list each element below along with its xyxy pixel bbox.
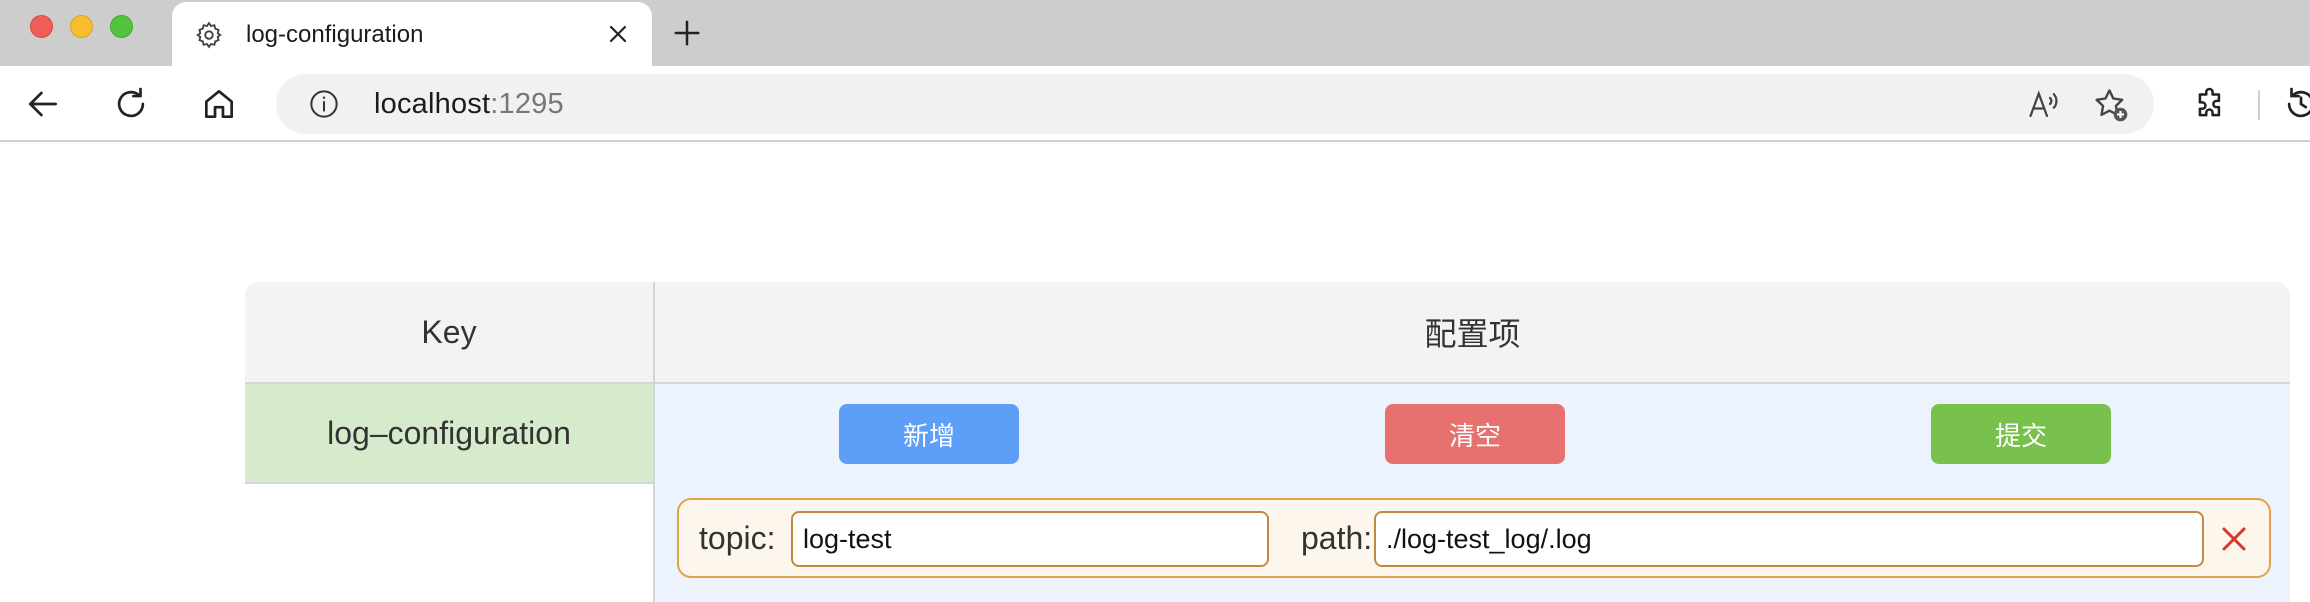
plus-icon[interactable] <box>672 18 702 48</box>
reload-icon[interactable] <box>112 85 150 123</box>
url-port: :1295 <box>490 88 564 120</box>
history-icon[interactable] <box>2282 85 2310 123</box>
submit-button[interactable]: 提交 <box>1931 404 2111 464</box>
header-key: Key <box>245 282 655 382</box>
key-column-empty <box>245 484 655 602</box>
topic-input[interactable]: log-test <box>791 511 1269 567</box>
read-aloud-icon[interactable] <box>2026 86 2062 122</box>
config-item: topic: log-test path: ./log-test_log/.lo… <box>677 498 2271 578</box>
browser-toolbar: localhost:1295 <box>0 66 2310 142</box>
close-icon[interactable] <box>606 22 630 46</box>
window-close-button[interactable] <box>30 15 53 38</box>
info-icon[interactable] <box>308 88 340 120</box>
window-maximize-button[interactable] <box>110 15 133 38</box>
address-bar[interactable]: localhost:1295 <box>276 74 2154 134</box>
url-host: localhost <box>374 88 491 120</box>
header-config: 配置项 <box>1424 316 1521 352</box>
back-arrow-icon[interactable] <box>24 85 62 123</box>
topic-label: topic: <box>699 520 776 556</box>
toolbar-separator <box>2258 90 2260 120</box>
home-icon[interactable] <box>200 85 238 123</box>
path-input[interactable]: ./log-test_log/.log <box>1374 511 2204 567</box>
path-label: path: <box>1301 520 1373 556</box>
table-header: Key 配置项 <box>245 282 2290 384</box>
config-cell: 新增 清空 提交 topic: log-test path: ./log-tes… <box>655 384 2290 602</box>
add-button[interactable]: 新增 <box>839 404 1019 464</box>
url-text[interactable]: localhost:1295 <box>374 88 564 121</box>
gear-icon <box>196 21 222 49</box>
row-key-cell: log–configuration <box>245 384 655 484</box>
tab-strip: log-configuration <box>0 0 2310 66</box>
config-table: Key 配置项 log–configuration 新增 清空 提交 topic… <box>245 282 2290 602</box>
tab-title: log-configuration <box>246 21 424 48</box>
clear-button[interactable]: 清空 <box>1385 404 1565 464</box>
remove-item-icon[interactable] <box>2219 524 2249 554</box>
favorite-add-icon[interactable] <box>2092 86 2130 124</box>
active-tab[interactable]: log-configuration <box>172 2 652 66</box>
extensions-icon[interactable] <box>2192 85 2230 123</box>
window-minimize-button[interactable] <box>70 15 93 38</box>
